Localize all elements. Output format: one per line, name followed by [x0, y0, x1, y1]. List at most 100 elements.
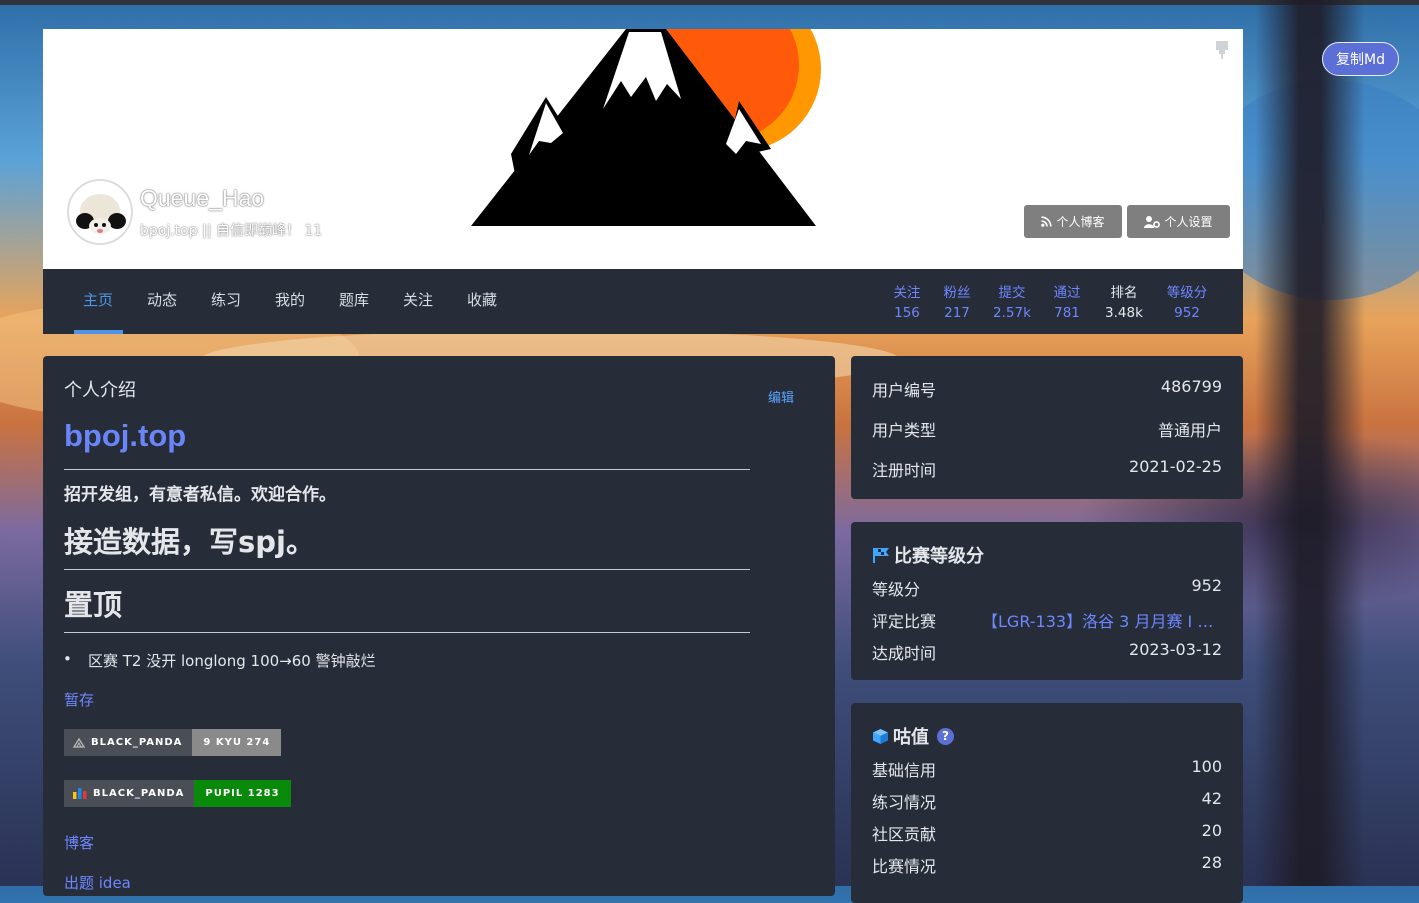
gugu-row: 比赛情况 28 [872, 853, 1222, 877]
personal-settings-label: 个人设置 [1164, 215, 1213, 229]
stat-accepted[interactable]: 通过 781 [1049, 283, 1085, 323]
copy-markdown-button[interactable]: 复制Md [1322, 42, 1399, 76]
rated-contest-link[interactable]: 【LGR-133】洛谷 3 月月赛 I & ... [982, 608, 1222, 632]
info-row: 注册时间 2021-02-25 [872, 457, 1222, 481]
rating-value: 952 [1191, 576, 1222, 595]
info-row: 用户编号 486799 [872, 377, 1222, 401]
stat-label: 通过 [1053, 285, 1081, 301]
rating-label: 评定比赛 [872, 612, 937, 631]
rating-value: 2023-03-12 [1129, 640, 1222, 659]
badge-left-text: BLACK_PANDA [91, 737, 183, 748]
tab-mine[interactable]: 我的 [275, 269, 305, 334]
gugu-value-panel: 咕值 ? 基础信用 100 练习情况 42 社区贡献 20 比赛情况 28 [851, 703, 1243, 903]
intro-heading-2: 接造数据，写spj。 [64, 525, 315, 559]
stat-following[interactable]: 关注 156 [889, 283, 925, 323]
personal-blog-label: 个人博客 [1056, 215, 1105, 229]
codewars-icon [73, 737, 85, 748]
info-value: 普通用户 [1157, 421, 1222, 440]
divider [64, 569, 750, 570]
stat-label: 排名 [1110, 285, 1138, 301]
info-label: 用户编号 [872, 381, 937, 400]
stat-rating[interactable]: 等级分 952 [1161, 283, 1213, 323]
info-label: 用户类型 [872, 421, 937, 440]
codewars-badge[interactable]: BLACK_PANDA 9 KYU 274 [64, 729, 282, 756]
info-row: 用户类型 普通用户 [872, 417, 1222, 441]
temp-link[interactable]: 暂存 [64, 689, 94, 710]
gugu-value: 100 [1191, 757, 1222, 776]
flag-icon [873, 548, 889, 563]
edit-intro-link[interactable]: 编辑 [768, 387, 794, 406]
avatar-panda [76, 194, 126, 234]
stat-label: 粉丝 [943, 285, 971, 301]
divider [64, 632, 750, 633]
user-info-panel: 用户编号 486799 用户类型 普通用户 注册时间 2021-02-25 [851, 356, 1243, 499]
cube-icon [873, 728, 888, 744]
user-slogan: bpoj.top || 自信即巅峰！ 11 [140, 223, 323, 239]
rating-label: 达成时间 [872, 644, 937, 663]
codeforces-badge[interactable]: BLACK_PANDA PUPIL 1283 [64, 780, 291, 807]
stat-ranking: 排名 3.48k [1101, 283, 1147, 323]
badge-left-text: BLACK_PANDA [93, 788, 185, 799]
stat-value: 217 [944, 305, 970, 321]
tab-favorites[interactable]: 收藏 [467, 269, 497, 334]
contest-rating-title-text: 比赛等级分 [894, 546, 984, 567]
gugu-row: 基础信用 100 [872, 757, 1222, 781]
stat-value: 781 [1054, 305, 1080, 321]
gugu-label: 基础信用 [872, 761, 937, 780]
list-item: 区赛 T2 没开 longlong 100→60 警钟敲烂 [63, 650, 376, 671]
background-tree [1255, 0, 1365, 886]
contest-rating-panel: 比赛等级分 等级分 952 评定比赛 【LGR-133】洛谷 3 月月赛 I &… [851, 522, 1243, 680]
gugu-row: 社区贡献 20 [872, 821, 1222, 845]
list-item-text: 区赛 T2 没开 longlong 100→60 警钟敲烂 [88, 652, 376, 670]
gugu-value: 28 [1201, 853, 1222, 872]
tab-activity[interactable]: 动态 [147, 269, 177, 334]
tab-problemset[interactable]: 题库 [339, 269, 369, 334]
profile-header: Queue_Hao bpoj.top || 自信即巅峰！ 11 个人博客 个人设… [43, 29, 1243, 269]
intro-text-line: 招开发组，有意者私信。欢迎合作。 [64, 485, 336, 505]
top-strip [0, 0, 1419, 5]
rating-row: 等级分 952 [872, 576, 1222, 600]
active-tab-indicator [74, 330, 123, 334]
badge-right-text: 9 KYU 274 [192, 729, 282, 756]
blog-link[interactable]: 博客 [64, 832, 94, 853]
personal-settings-button[interactable]: 个人设置 [1127, 205, 1230, 238]
problem-idea-link[interactable]: 出题 idea [64, 872, 131, 893]
stat-followers[interactable]: 粉丝 217 [939, 283, 975, 323]
stat-value: 3.48k [1105, 305, 1143, 321]
rss-icon [1041, 216, 1053, 227]
tab-following[interactable]: 关注 [403, 269, 433, 334]
rating-row: 达成时间 2023-03-12 [872, 640, 1222, 664]
stat-value: 156 [894, 305, 920, 321]
intro-panel: 个人介绍 编辑 bpoj.top 招开发组，有意者私信。欢迎合作。 接造数据，写… [43, 356, 835, 896]
personal-blog-button[interactable]: 个人博客 [1024, 205, 1122, 238]
tab-home[interactable]: 主页 [83, 269, 113, 334]
gugu-label: 练习情况 [872, 793, 937, 812]
pin-icon[interactable] [1215, 41, 1229, 59]
divider [64, 469, 750, 470]
gugu-label: 社区贡献 [872, 825, 937, 844]
stat-label: 提交 [998, 285, 1026, 301]
intro-heading-3: 置顶 [64, 588, 123, 622]
badge-left: BLACK_PANDA [64, 729, 193, 756]
tab-practice[interactable]: 练习 [211, 269, 241, 334]
gugu-value-title: 咕值 ? [872, 723, 954, 749]
gugu-row: 练习情况 42 [872, 789, 1222, 813]
avatar[interactable] [67, 179, 133, 245]
user-cog-icon [1144, 215, 1161, 228]
info-value: 2021-02-25 [1129, 457, 1222, 476]
stat-label: 关注 [893, 285, 921, 301]
contest-rating-title: 比赛等级分 [872, 542, 984, 568]
badge-left: BLACK_PANDA [64, 780, 195, 807]
help-icon[interactable]: ? [937, 727, 954, 745]
badge-right-text: PUPIL 1283 [194, 780, 291, 807]
gugu-value-title-text: 咕值 [893, 727, 929, 748]
profile-navbar: 主页 动态 练习 我的 题库 关注 收藏 关注 156 粉丝 217 提交 2.… [43, 269, 1243, 334]
stat-value: 952 [1174, 305, 1200, 321]
mountain-sun-banner [471, 29, 821, 226]
stat-label: 等级分 [1166, 285, 1208, 301]
username: Queue_Hao [140, 185, 265, 211]
rating-label: 等级分 [872, 580, 921, 599]
gugu-label: 比赛情况 [872, 857, 937, 876]
intro-heading-link[interactable]: bpoj.top [64, 418, 186, 454]
stat-submissions[interactable]: 提交 2.57k [989, 283, 1035, 323]
